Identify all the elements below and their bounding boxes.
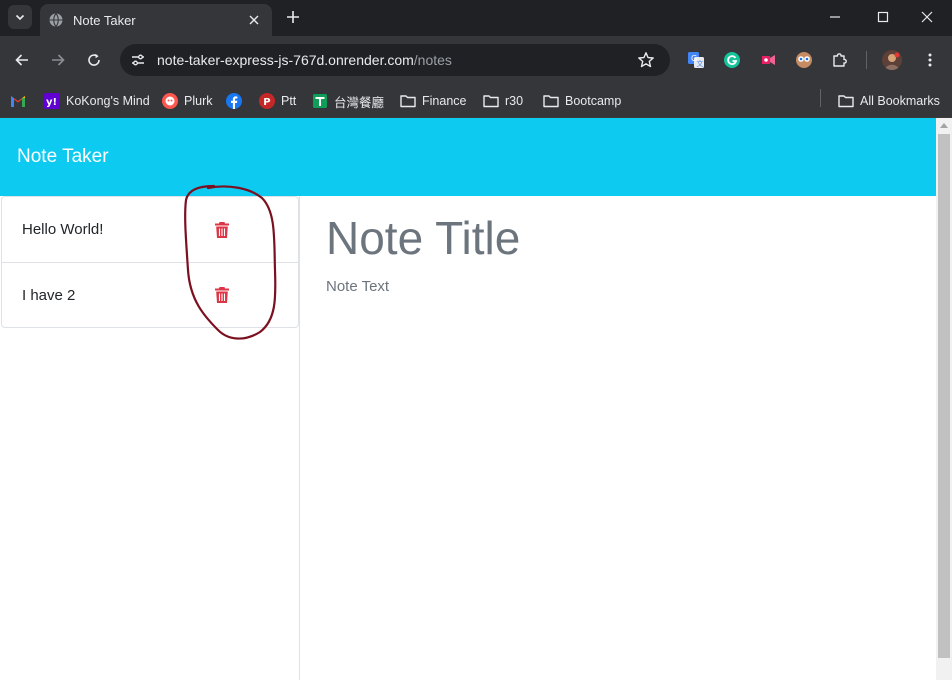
close-icon[interactable]	[246, 12, 262, 28]
bookmark-label: KoKong's Mind	[66, 94, 150, 108]
gmail-icon	[10, 93, 26, 109]
tab-strip: Note Taker	[0, 0, 952, 36]
arrow-left-icon	[15, 54, 28, 66]
window-close-button[interactable]	[904, 0, 950, 34]
sheets-icon	[312, 93, 328, 109]
forward-button[interactable]	[46, 48, 70, 72]
bookmark-folder-bootcamp[interactable]: Bootcamp	[543, 90, 621, 112]
bookmark-taiwan-restaurants[interactable]: 台灣餐廳	[312, 90, 384, 112]
minimize-button[interactable]	[812, 0, 858, 34]
folder-icon	[838, 93, 854, 109]
toolbar-divider	[866, 51, 867, 69]
trash-icon[interactable]	[213, 285, 231, 305]
bookmark-label: 台灣餐廳	[334, 95, 385, 110]
tab-title: Note Taker	[73, 12, 136, 28]
puzzle-icon[interactable]	[830, 50, 850, 70]
bookmarks-bar: y! KoKong's Mind Plurk P Ptt 台灣餐廳 Financ…	[0, 84, 952, 118]
bookmark-label: All Bookmarks	[860, 94, 940, 108]
profile-avatar[interactable]	[882, 50, 902, 70]
note-list-item-title[interactable]: I have 2	[22, 287, 75, 304]
maximize-button[interactable]	[860, 0, 906, 34]
tab-search-button[interactable]	[8, 5, 32, 29]
scrollbar-thumb[interactable]	[938, 134, 950, 658]
browser-tab[interactable]: Note Taker	[40, 4, 272, 36]
scroll-up-arrow-icon[interactable]	[936, 118, 952, 132]
bookmark-star-icon[interactable]	[636, 50, 656, 70]
bookmark-gmail[interactable]	[10, 90, 32, 112]
bookmark-label: Plurk	[184, 94, 213, 108]
bookmark-label: Finance	[422, 94, 467, 108]
bookmarks-divider	[820, 89, 821, 107]
svg-text:文: 文	[697, 59, 704, 68]
plus-icon	[287, 11, 299, 23]
screen-recorder-icon[interactable]	[758, 50, 778, 70]
bookmark-all-bookmarks[interactable]: All Bookmarks	[838, 90, 940, 112]
google-translate-icon[interactable]: G文	[686, 50, 706, 70]
maximize-icon	[877, 11, 889, 23]
url-text[interactable]: note-taker-express-js-767d.onrender.com/…	[157, 52, 636, 68]
page-scrollbar[interactable]	[936, 118, 952, 680]
bookmark-ptt[interactable]: P Ptt	[259, 90, 296, 112]
close-icon	[921, 11, 933, 23]
bookmark-folder-finance[interactable]: Finance	[400, 90, 466, 112]
note-list-item-title[interactable]: Hello World!	[22, 221, 103, 238]
bookmark-plurk[interactable]: Plurk	[162, 90, 212, 112]
notes-sidebar: Hello World! I have 2	[0, 196, 300, 680]
app-brand[interactable]: Note Taker	[17, 146, 109, 168]
new-tab-button[interactable]	[282, 6, 304, 28]
trash-icon[interactable]	[213, 220, 231, 240]
reload-button[interactable]	[82, 48, 106, 72]
bookmark-facebook[interactable]	[226, 90, 248, 112]
note-text-input[interactable]	[326, 278, 906, 578]
grammarly-icon[interactable]	[722, 50, 742, 70]
folder-icon	[543, 93, 559, 109]
site-info-icon[interactable]	[128, 50, 148, 70]
plurk-icon	[162, 93, 178, 109]
note-title-input[interactable]	[326, 210, 906, 266]
bookmark-label: Ptt	[281, 94, 297, 108]
folder-icon	[483, 93, 499, 109]
yahoo-icon: y!	[44, 93, 60, 109]
url-host: note-taker-express-js-767d.onrender.com	[157, 52, 414, 68]
facebook-icon	[226, 93, 242, 109]
eyes-extension-icon[interactable]	[794, 50, 814, 70]
svg-text:y!: y!	[46, 97, 57, 108]
chevron-down-icon	[15, 14, 25, 21]
url-path: /notes	[413, 52, 452, 68]
globe-icon	[48, 12, 64, 28]
bookmark-label: Bootcamp	[565, 94, 622, 108]
note-list-item[interactable]: Hello World!	[2, 197, 298, 262]
svg-text:P: P	[263, 97, 270, 108]
reload-icon	[88, 53, 100, 66]
bookmark-kokongs-mind[interactable]: y! KoKong's Mind	[44, 90, 150, 112]
folder-icon	[400, 93, 416, 109]
browser-toolbar: note-taker-express-js-767d.onrender.com/…	[0, 36, 952, 84]
app-navbar: Note Taker	[0, 118, 936, 196]
address-bar[interactable]: note-taker-express-js-767d.onrender.com/…	[120, 44, 670, 76]
note-editor	[300, 196, 936, 680]
ptt-icon: P	[259, 93, 275, 109]
back-button[interactable]	[10, 48, 34, 72]
more-vert-icon[interactable]	[920, 50, 940, 70]
note-list-item[interactable]: I have 2	[2, 262, 298, 327]
bookmark-folder-r30[interactable]: r30	[483, 90, 523, 112]
note-list: Hello World! I have 2	[1, 196, 299, 328]
bookmark-label: r30	[505, 94, 524, 108]
minimize-icon	[830, 16, 840, 18]
arrow-right-icon	[52, 54, 65, 66]
page-viewport: Note Taker Hello World! I have 2	[0, 118, 936, 680]
